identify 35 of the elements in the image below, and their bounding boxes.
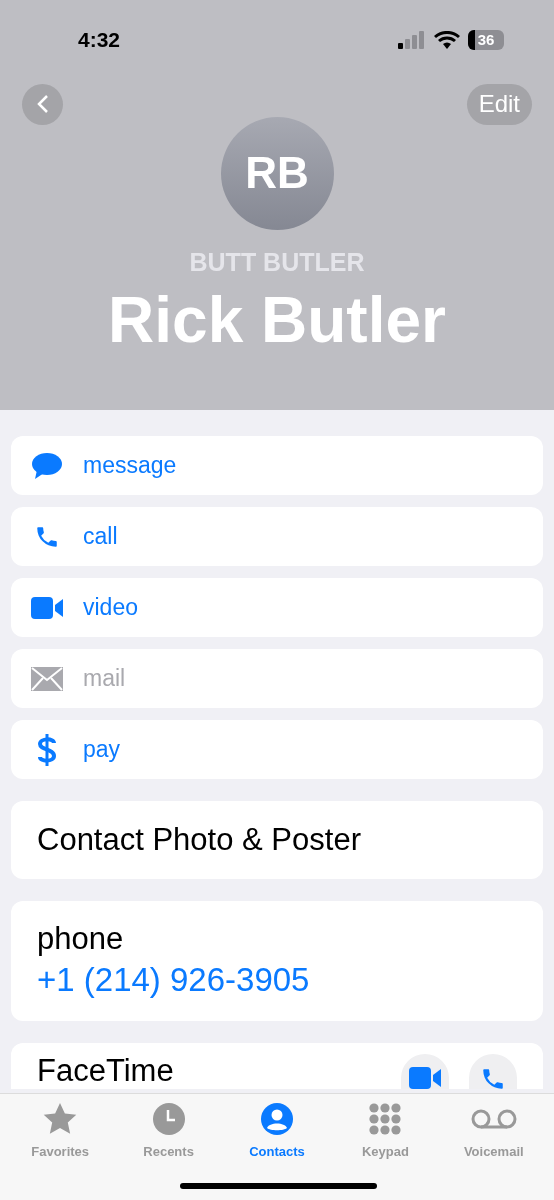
chevron-left-icon	[36, 94, 49, 114]
tab-item[interactable]: Keypad	[335, 1102, 436, 1162]
video-camera-icon	[31, 596, 63, 619]
edit-button[interactable]: Edit	[466, 83, 532, 125]
status-time: 4:32	[78, 27, 121, 53]
signal-icon	[398, 30, 426, 49]
action-row[interactable]: pay	[11, 720, 543, 779]
speech-bubble-icon	[32, 452, 62, 479]
contact-name: Rick Butler	[108, 283, 446, 358]
voicemail-icon	[470, 1109, 517, 1129]
video-camera-icon	[409, 1067, 441, 1089]
tab-item[interactable]: Favorites	[10, 1102, 111, 1162]
envelope-icon	[31, 666, 63, 691]
star-icon	[43, 1103, 78, 1135]
facetime-label: FaceTime	[37, 1054, 174, 1088]
facetime-video-button[interactable]	[401, 1054, 449, 1089]
phone-icon	[480, 1066, 506, 1089]
phone-label: phone	[37, 920, 125, 958]
back-button[interactable]	[22, 83, 63, 125]
battery-indicator: 36	[468, 29, 504, 50]
keypad-icon	[369, 1103, 402, 1135]
wifi-icon	[434, 30, 460, 49]
person-circle-icon	[260, 1103, 293, 1135]
facetime-audio-button[interactable]	[469, 1054, 517, 1089]
tab-item[interactable]: Recents	[118, 1102, 219, 1162]
action-row[interactable]: call	[11, 507, 543, 566]
clock-icon	[152, 1103, 185, 1135]
avatar: RB	[220, 116, 334, 230]
contact-photo-row[interactable]: Contact Photo & Poster	[11, 801, 543, 879]
dollar-sign-icon	[37, 733, 57, 766]
phone-number[interactable]: +1 (214) 926-3905	[37, 958, 517, 1002]
tab-item[interactable]: Voicemail	[443, 1102, 544, 1162]
tab-item[interactable]: Contacts	[226, 1102, 327, 1162]
action-row[interactable]: video	[11, 578, 543, 637]
action-row[interactable]: message	[11, 436, 543, 495]
